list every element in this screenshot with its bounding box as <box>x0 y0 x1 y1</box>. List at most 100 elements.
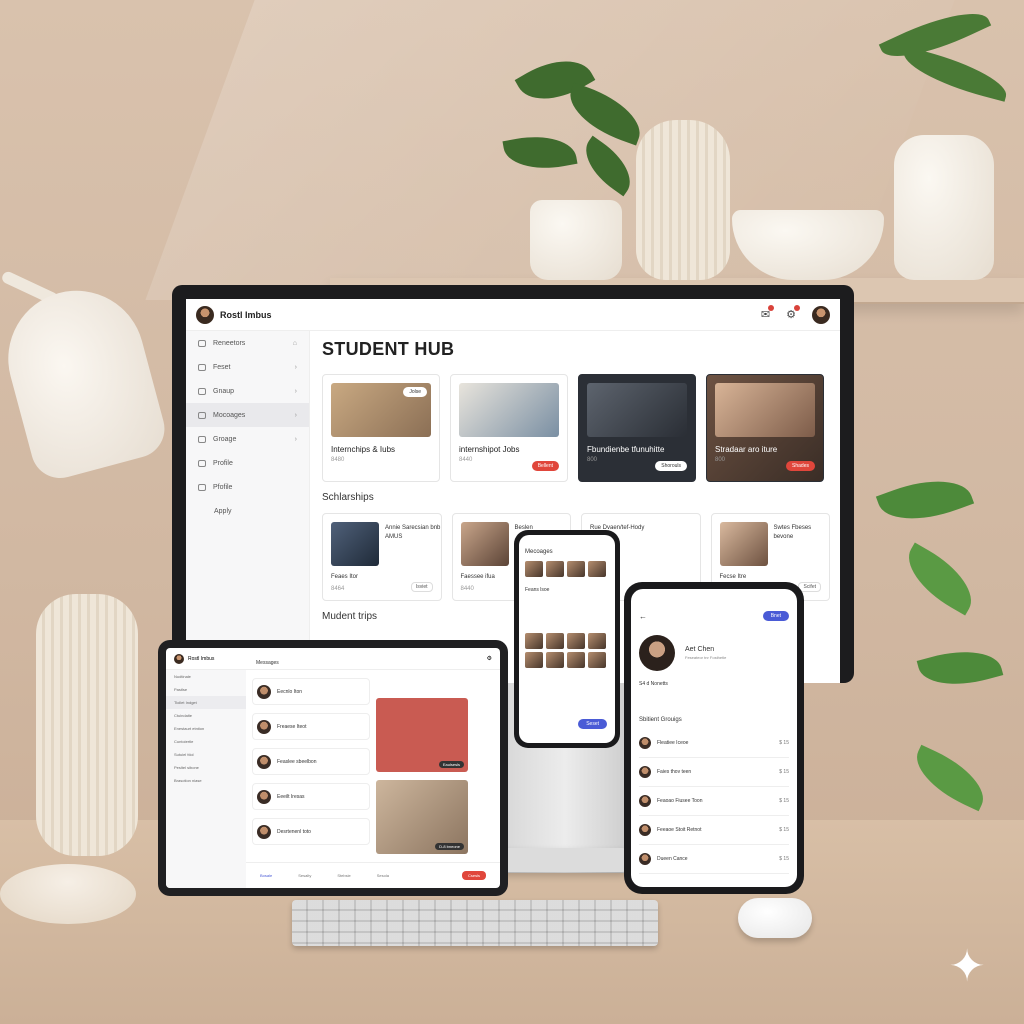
message-row[interactable]: Freaese Iteot <box>252 713 370 740</box>
keyboard <box>292 900 658 946</box>
tablet-sidebar-item[interactable]: Tiollet Indget <box>166 696 246 709</box>
scholarship-card[interactable]: Annie Sarecsian bnb AMUS Feaes Itor 8464… <box>322 513 442 601</box>
card-pill[interactable]: Shorouls <box>655 461 687 471</box>
doc-icon <box>198 363 206 371</box>
sidebar-item-label: Pfofile <box>213 483 233 491</box>
desk-lamp <box>0 275 171 485</box>
featured-card[interactable]: internshipot Jobs 8440 Bellent <box>450 374 568 482</box>
photo-tile[interactable] <box>546 561 564 577</box>
bell-icon[interactable]: ⚙ <box>487 655 492 662</box>
tablet-sidebar-item[interactable]: Pastlse <box>166 683 246 696</box>
tablet-media-card[interactable]: D-8 bneone <box>376 780 468 854</box>
card-tag[interactable]: Isviet <box>410 582 433 592</box>
avatar <box>639 766 651 778</box>
sidebar-item-gnaup[interactable]: Gnaup › <box>186 379 309 403</box>
tablet-sidebar-item[interactable]: Enestaurt etntion <box>166 722 246 735</box>
chevron-right-icon: › <box>294 411 297 419</box>
tablet-sidebar-item[interactable]: Cuntoiertle <box>166 735 246 748</box>
sidebar-item-apply[interactable]: Apply <box>186 499 309 523</box>
photo-tile[interactable] <box>525 633 543 649</box>
phone-header: ← Bnet <box>639 611 789 621</box>
group-row[interactable]: Faies thov teen $ 15 <box>639 758 789 787</box>
nav-tab[interactable]: Sesalty <box>298 873 311 878</box>
group-name: Faies thov teen <box>657 769 692 775</box>
group-icon <box>198 387 206 395</box>
back-arrow-icon[interactable]: ← <box>639 612 647 621</box>
nav-button[interactable]: Csesls <box>461 871 486 880</box>
avatar <box>257 824 271 839</box>
avatar <box>639 737 651 749</box>
group-name: Fleatiee Iceoe <box>657 740 689 746</box>
featured-card[interactable]: Internchips & Iubs 8480 Jolse <box>322 374 440 482</box>
card-icon <box>198 483 206 491</box>
card-title: Fbundienbe tfunuhitte <box>587 445 665 454</box>
sidebar-item-groage[interactable]: Groage › <box>186 427 309 451</box>
bell-icon[interactable]: ⚙ <box>786 305 800 321</box>
group-count: $ 15 <box>779 769 789 775</box>
group-count: $ 15 <box>779 856 789 862</box>
desktop-topbar: Rostl Imbus ✉ ⚙ <box>186 299 840 331</box>
group-row[interactable]: Feaoao Fiusee Toon $ 15 <box>639 787 789 816</box>
nav-tab[interactable]: Stebsie <box>337 873 350 878</box>
message-row[interactable]: Desrtenenl toto <box>252 818 370 845</box>
card-meta: 8480 <box>331 457 345 463</box>
card-pill[interactable]: Bellent <box>531 461 559 471</box>
tablet-screen: Rostl Imbus ⚙ Nudtinale Pastlse Tiollet … <box>166 648 500 888</box>
card-image <box>331 522 379 566</box>
profile-avatar[interactable] <box>812 305 830 324</box>
groups-icon <box>198 435 206 443</box>
sidebar-item-profile[interactable]: Profile <box>186 451 309 475</box>
tablet-sidebar-item[interactable]: Sutuiel ttiol <box>166 748 246 761</box>
chevron-right-icon: › <box>294 363 297 371</box>
sidebar-item-label: Profile <box>213 459 233 467</box>
tablet-sidebar-item[interactable]: Ctuindalte <box>166 709 246 722</box>
sidebar-item-pfofile[interactable]: Pfofile <box>186 475 309 499</box>
tablet-sidebar-item[interactable]: Pesltel sibone <box>166 761 246 774</box>
photo-tile[interactable] <box>588 652 606 668</box>
sidebar-item-mocoages[interactable]: Mocoages › <box>186 403 309 427</box>
card-image <box>460 522 509 566</box>
photo-tile[interactable] <box>546 633 564 649</box>
photo-tile[interactable] <box>567 652 585 668</box>
avatar <box>257 754 271 769</box>
card-pill[interactable]: Jolse <box>403 387 427 397</box>
group-row[interactable]: Fleatiee Iceoe $ 15 <box>639 729 789 758</box>
photo-tile[interactable] <box>567 561 585 577</box>
photo-tile[interactable] <box>588 633 606 649</box>
user-avatar[interactable] <box>174 653 184 664</box>
photo-tile[interactable] <box>567 633 585 649</box>
notification-icon[interactable]: ✉ <box>761 305 775 321</box>
group-row[interactable]: Feeaoe Stoit Retnot $ 15 <box>639 816 789 845</box>
home-tab[interactable]: Bosale <box>260 873 272 878</box>
card-pill[interactable]: Eaulsesls <box>438 761 464 768</box>
sidebar-item-feset[interactable]: Feset › <box>186 355 309 379</box>
nav-tab[interactable]: Sesola <box>377 873 389 878</box>
sidebar-item-label: Groage <box>213 435 237 443</box>
sidebar-item-label: Gnaup <box>213 387 235 395</box>
card-pill[interactable]: Shades <box>786 461 815 471</box>
tablet-sidebar-item[interactable]: Brasotion niase <box>166 774 246 787</box>
tablet-sidebar-item[interactable]: Nudtinale <box>166 670 246 683</box>
large-phone: ← Bnet Aet Chen Feseateor tnr Fosthetle … <box>624 582 804 894</box>
white-vase <box>894 135 994 280</box>
photo-tile[interactable] <box>588 561 606 577</box>
topbar-icons: ✉ ⚙ <box>761 305 830 324</box>
message-row[interactable]: Feaslee sbeelbon <box>252 748 370 775</box>
sidebar-item-reneetors[interactable]: Reneetors ⌂ <box>186 331 309 355</box>
photo-tile[interactable] <box>525 652 543 668</box>
tablet-media-card[interactable]: Eaulsesls <box>376 698 468 772</box>
group-row[interactable]: Dueen Cance $ 15 <box>639 845 789 874</box>
user-avatar[interactable] <box>196 305 214 324</box>
photo-tile[interactable] <box>525 561 543 577</box>
featured-card[interactable]: Stradaar aro iture 800 Shades <box>706 374 824 482</box>
sidebar-item-label: Reneetors <box>213 339 246 347</box>
card-name: Faessee ifua <box>460 574 495 580</box>
message-row[interactable]: Eeeilt Iresas <box>252 783 370 810</box>
send-button[interactable]: Seset <box>578 719 607 729</box>
action-button[interactable]: Bnet <box>762 611 789 621</box>
featured-card[interactable]: Fbundienbe tfunuhitte 800 Shorouls <box>578 374 696 482</box>
photo-grid <box>525 633 609 668</box>
photo-tile[interactable] <box>546 652 564 668</box>
mouse <box>738 898 812 938</box>
message-row[interactable]: Eecnlo Iton <box>252 678 370 705</box>
